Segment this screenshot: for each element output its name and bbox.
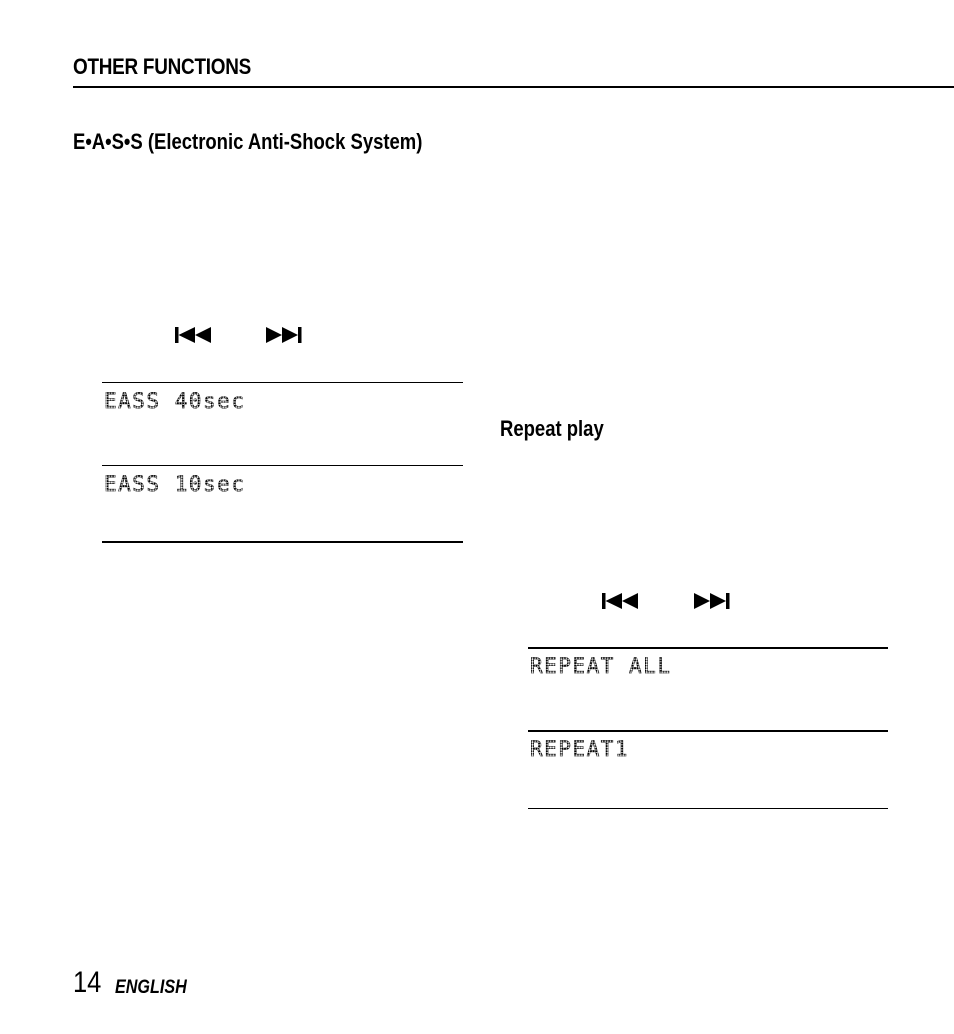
skip-back-icon <box>602 593 642 609</box>
repeat-display-one: REPEAT1 <box>530 737 630 762</box>
display-divider <box>102 382 463 383</box>
display-divider <box>528 647 888 649</box>
eass-display-40sec: EASS 40sec <box>104 389 246 414</box>
eass-heading: E•A•S•S (Electronic Anti-Shock System) <box>73 129 423 154</box>
skip-back-icon <box>175 327 215 343</box>
section-divider <box>73 86 954 88</box>
eass-button-icons <box>175 327 306 343</box>
display-divider <box>528 730 888 732</box>
display-divider <box>102 541 463 543</box>
display-divider <box>528 808 888 809</box>
repeat-button-icons <box>602 593 734 609</box>
skip-forward-icon <box>266 327 306 343</box>
section-title: OTHER FUNCTIONS <box>73 54 251 79</box>
repeat-display-all: REPEAT ALL <box>530 654 672 679</box>
skip-forward-icon <box>694 593 734 609</box>
page-language: ENGLISH <box>115 977 187 998</box>
repeat-play-heading: Repeat play <box>500 416 604 441</box>
page-number: 14 <box>73 966 102 999</box>
eass-display-10sec: EASS 10sec <box>104 472 246 497</box>
display-divider <box>102 465 463 466</box>
